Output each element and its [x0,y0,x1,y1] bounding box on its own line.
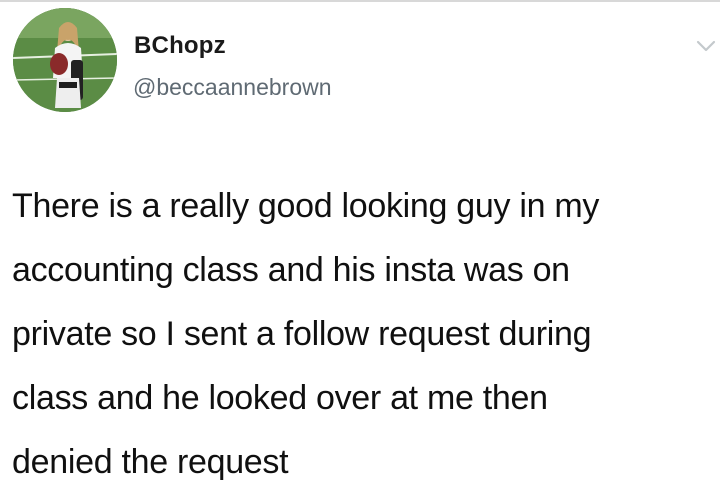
tweet-text-line: accounting class and his insta was on [12,251,570,289]
tweet-text-line: denied the request [12,443,289,481]
avatar-photo [13,8,117,112]
tweet-text-line: private so I sent a follow request durin… [12,315,592,353]
avatar[interactable] [13,8,117,112]
tweet-text-line: There is a really good looking guy in my [12,187,600,225]
author-handle[interactable]: @beccaannebrown [133,74,332,101]
tweet-card: BChopz @beccaannebrown There is a really… [0,0,720,500]
tweet-text-line: class and he looked over at me then [12,379,548,417]
chevron-down-icon[interactable] [692,36,720,56]
tweet-text: There is a really good looking guy in my… [12,174,712,494]
author-display-name[interactable]: BChopz [134,32,226,60]
